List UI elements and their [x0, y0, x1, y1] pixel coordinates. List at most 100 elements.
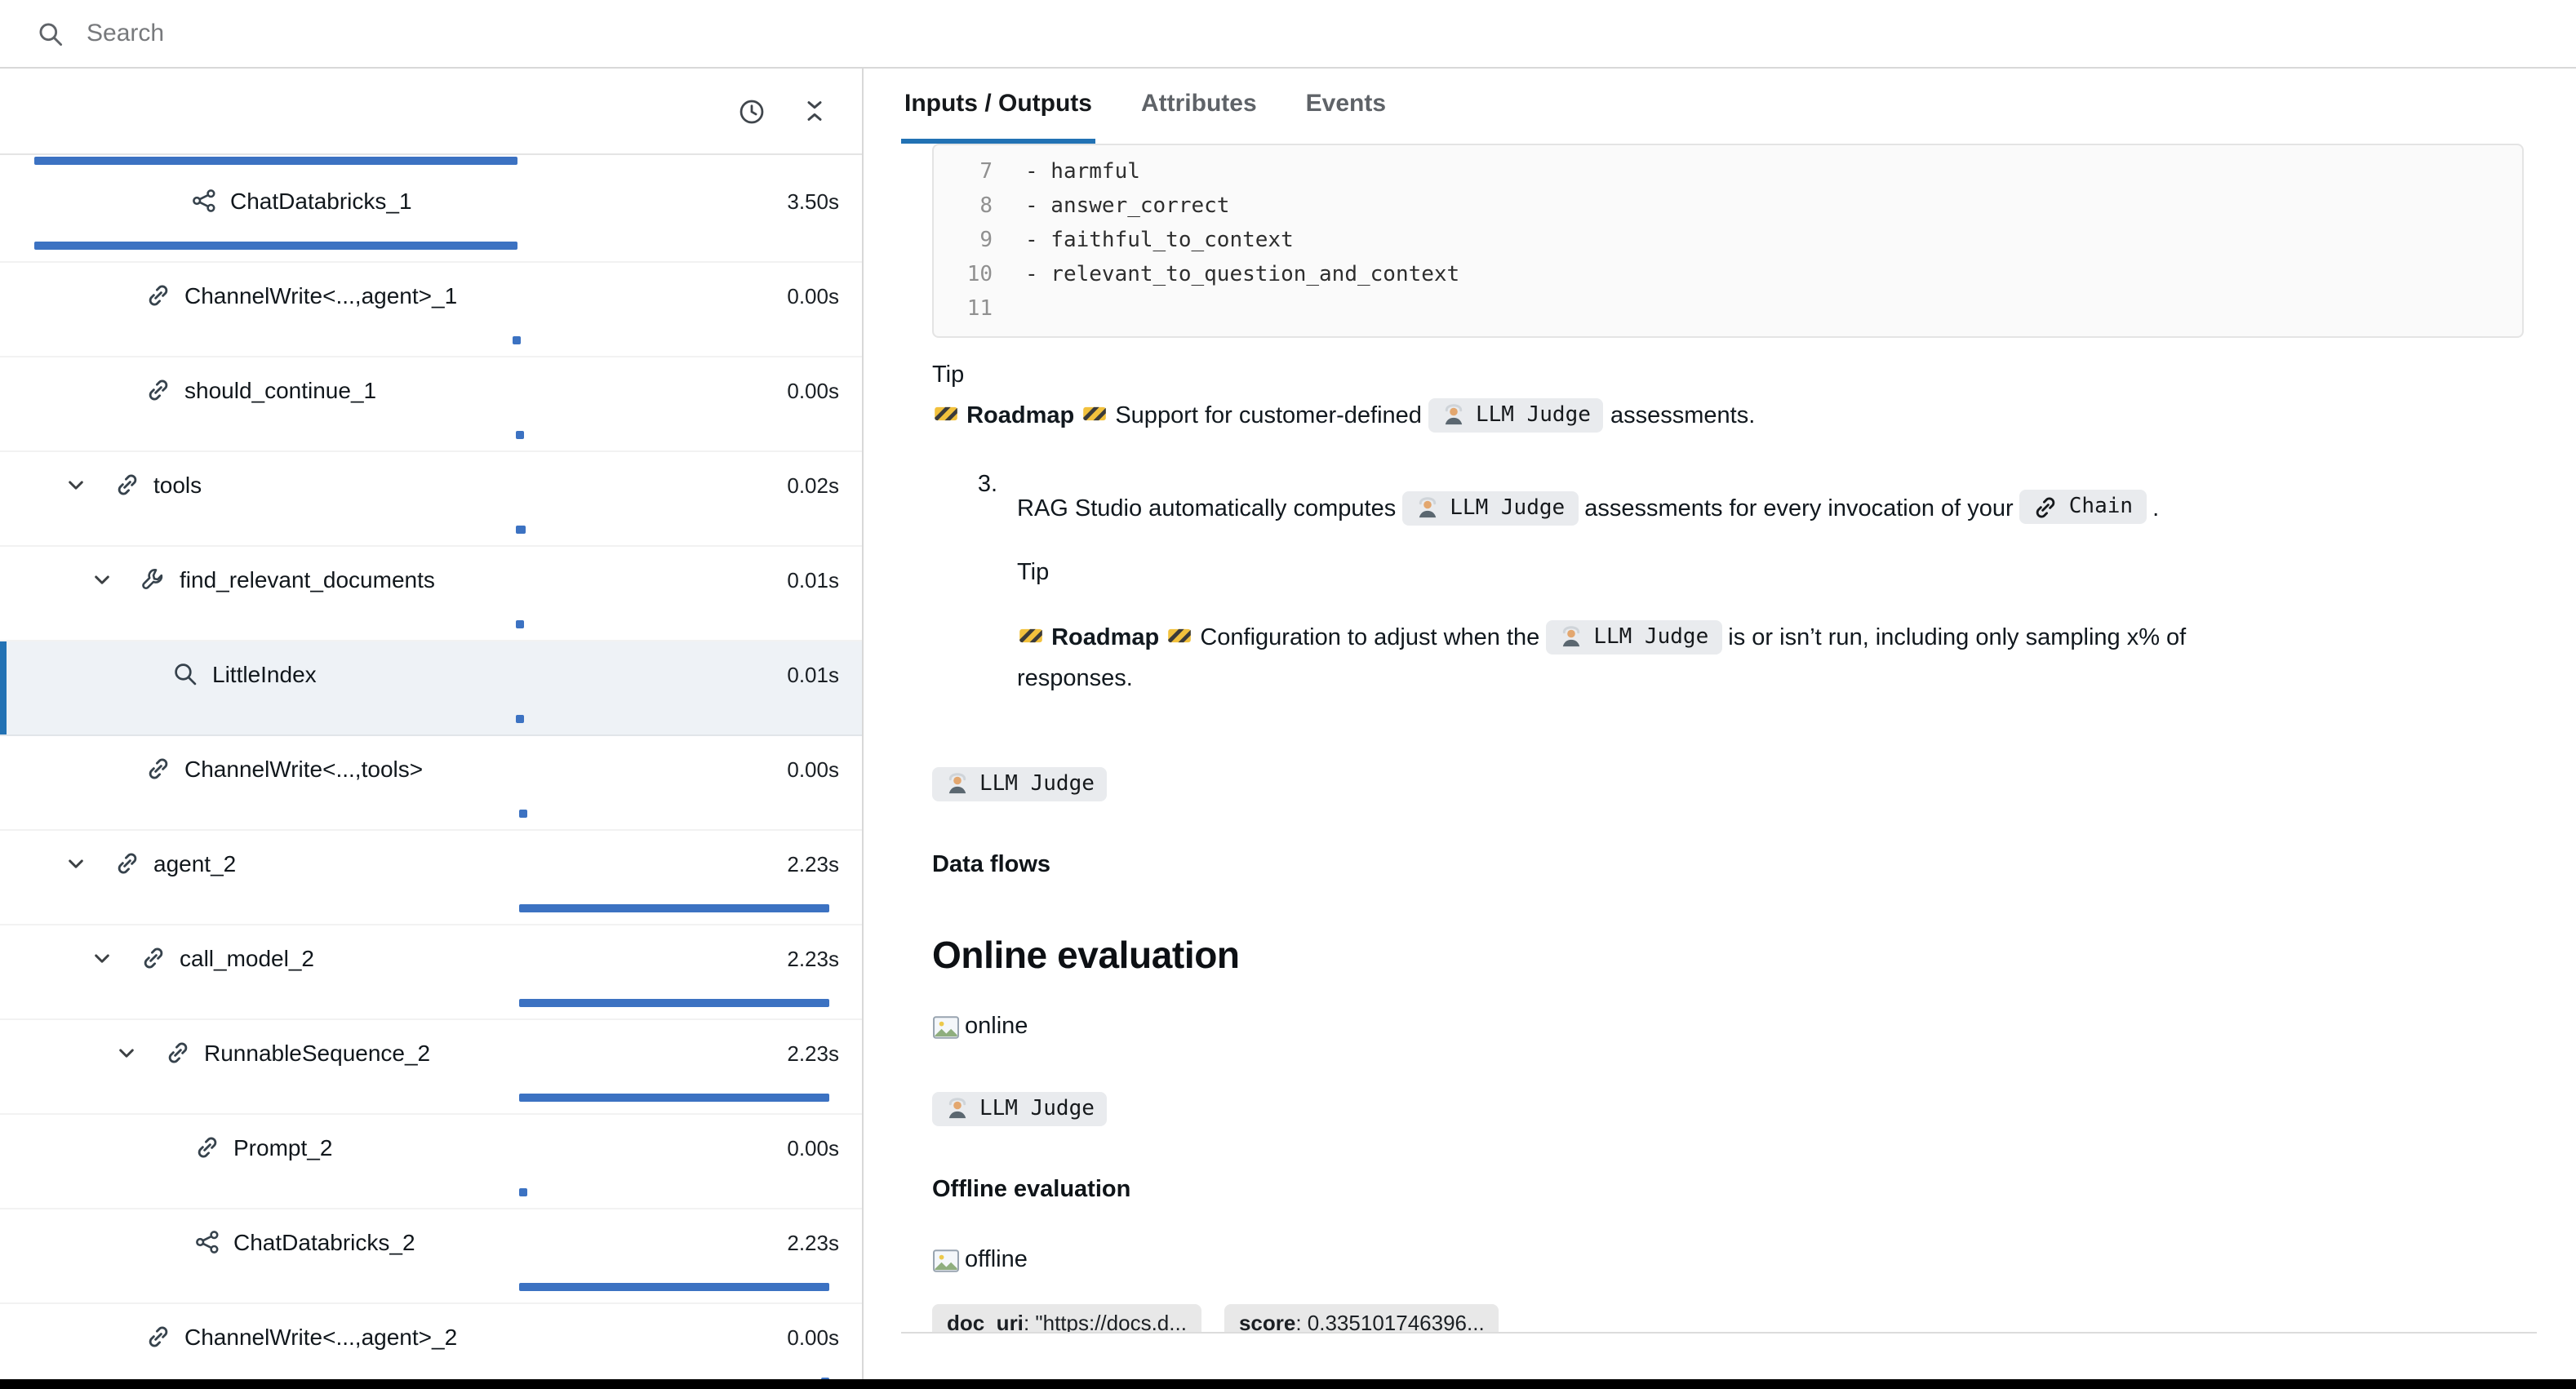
gantt-bar: [516, 431, 524, 439]
tree-row-ChannelWrite-agent-_2[interactable]: ChannelWrite<...,agent>_20.00s: [0, 1304, 862, 1379]
gantt-track: [34, 1188, 839, 1196]
gantt-bar: [517, 715, 525, 723]
collapse-icon: [802, 98, 828, 124]
chevron-down-icon[interactable]: [85, 947, 118, 969]
tip-label: Tip: [1017, 553, 2494, 594]
window-bottom-edge: [0, 1379, 2576, 1389]
span-duration: 2.23s: [774, 946, 839, 970]
tree-row-Prompt_2[interactable]: Prompt_2 0.00s: [0, 1115, 862, 1209]
model-icon: [189, 187, 217, 215]
chevron-down-icon[interactable]: [85, 569, 118, 590]
tab-events[interactable]: Events: [1303, 69, 1389, 144]
code-line: 7- harmful: [953, 155, 2503, 189]
gantt-bar: [820, 1378, 828, 1379]
gantt-track: [34, 1094, 839, 1102]
gantt-track: [34, 242, 839, 250]
link-icon: [144, 755, 171, 783]
gantt-track: [34, 526, 839, 534]
judge-icon: [1559, 624, 1583, 649]
list-item-line: RAG Studio automatically computes LLM Ju…: [1017, 489, 2494, 530]
details-panel: Inputs / Outputs Attributes Events 7- harm…: [864, 69, 2576, 1379]
inline-code-chip: LLM Judge: [932, 767, 1108, 801]
search-input[interactable]: [83, 18, 906, 49]
gantt-bar: [520, 1094, 829, 1102]
tree-row-ChatDatabricks_2[interactable]: ChatDatabricks_22.23s: [0, 1209, 862, 1304]
span-name: LittleIndex: [212, 661, 317, 687]
chevron-down-icon[interactable]: [59, 474, 91, 495]
meta-chip-doc_uri: doc_uri: "https://docs.d...: [932, 1304, 1201, 1334]
chip-label: LLM Judge: [1476, 400, 1591, 431]
model-icon: [193, 1228, 220, 1256]
tree-row-ChatDatabricks_1[interactable]: ChatDatabricks_13.50s: [0, 168, 862, 263]
span-duration: 0.01s: [774, 662, 839, 686]
span-name: call_model_2: [180, 945, 314, 971]
collapse-all-button[interactable]: [798, 95, 831, 127]
image-alt-text: online: [965, 1007, 1028, 1048]
timeline-toggle-button[interactable]: [735, 94, 769, 128]
tab-attributes[interactable]: Attributes: [1138, 69, 1260, 144]
span-name: ChannelWrite<...,agent>_1: [184, 282, 457, 308]
broken-image-icon: [932, 1247, 960, 1275]
gantt-track: [34, 431, 839, 439]
image-alt-text: offline: [965, 1240, 1028, 1281]
broken-image-icon: [932, 1014, 960, 1041]
tree-row-ChannelWrite-agent-_1[interactable]: ChannelWrite<...,agent>_10.00s: [0, 263, 862, 357]
meta-chip-score: score: 0.335101746396...: [1224, 1304, 1499, 1334]
span-name: find_relevant_documents: [180, 566, 435, 592]
partially-scrolled-row: [0, 155, 862, 168]
gantt-bar: [520, 999, 829, 1007]
span-name: ChannelWrite<...,agent>_2: [184, 1324, 457, 1350]
gantt-track: [34, 336, 839, 344]
gantt-bar: [520, 1283, 829, 1291]
span-name: ChatDatabricks_2: [233, 1229, 415, 1255]
code-line: 9- faithful_to_context: [953, 224, 2503, 258]
tabs: Inputs / Outputs Attributes Events: [901, 69, 2537, 144]
llm-judge-chip: LLM Judge: [932, 1090, 2524, 1131]
tree-row-ChannelWrite-tools-[interactable]: ChannelWrite<...,tools> 0.00s: [0, 736, 862, 831]
gantt-bar: [34, 157, 517, 165]
meta-chips: doc_uri: "https://docs.d... score: 0.3351…: [932, 1304, 2524, 1334]
tree-row-tools[interactable]: tools0.02s: [0, 452, 862, 547]
chip-label: LLM Judge: [979, 769, 1095, 800]
tree-row-agent_2[interactable]: agent_22.23s: [0, 831, 862, 925]
span-name: RunnableSequence_2: [204, 1040, 430, 1066]
roadmap-note: Roadmap Support for customer-defined LLM…: [932, 397, 2524, 437]
tree-row-RunnableSequence_2[interactable]: RunnableSequence_22.23s: [0, 1020, 862, 1115]
span-name: ChatDatabricks_1: [230, 188, 412, 214]
chevron-down-icon[interactable]: [59, 853, 91, 874]
tree-row-should_continue_1[interactable]: should_continue_10.00s: [0, 357, 862, 452]
chip-label: LLM Judge: [979, 1094, 1095, 1125]
code-line: 10- relevant_to_question_and_context: [953, 258, 2503, 292]
chevron-down-icon[interactable]: [109, 1042, 142, 1063]
clock-icon: [738, 97, 766, 125]
link-icon: [113, 850, 140, 877]
link-icon: [139, 944, 167, 972]
span-name: Prompt_2: [233, 1134, 332, 1160]
gantt-track: [34, 157, 839, 165]
gantt-bar: [513, 336, 522, 344]
search-icon: [171, 660, 199, 688]
list-item-number: 3.: [962, 465, 997, 723]
span-name: agent_2: [153, 850, 236, 876]
gantt-bar: [517, 620, 525, 628]
inline-code-chip: LLM Judge: [932, 1092, 1108, 1126]
span-duration: 0.00s: [774, 757, 839, 781]
span-tree: ChatDatabricks_13.50sChannelWrite<...,ag…: [0, 155, 862, 1379]
judge-icon: [1415, 495, 1440, 520]
span-duration: 0.00s: [774, 1135, 839, 1160]
tab-inputs-outputs[interactable]: Inputs / Outputs: [901, 69, 1095, 144]
code-block: 7- harmful8- answer_correct9- faithful_t…: [932, 144, 2524, 338]
online-evaluation-heading: Online evaluation: [932, 932, 2524, 978]
broken-image-online: online: [932, 1007, 2524, 1048]
tree-row-find_relevant_documents[interactable]: find_relevant_documents0.01s: [0, 547, 862, 641]
gantt-bar: [520, 904, 829, 912]
code-line: 11: [953, 292, 2503, 326]
tree-row-LittleIndex[interactable]: LittleIndex 0.01s: [0, 641, 862, 736]
link-icon: [193, 1134, 220, 1161]
gantt-bar: [34, 242, 517, 250]
span-name: ChannelWrite<...,tools>: [184, 756, 423, 782]
search-icon: [36, 19, 65, 48]
construction-icon: [1082, 402, 1107, 426]
tree-row-call_model_2[interactable]: call_model_2 2.23s: [0, 925, 862, 1020]
judge-icon: [945, 1097, 970, 1121]
